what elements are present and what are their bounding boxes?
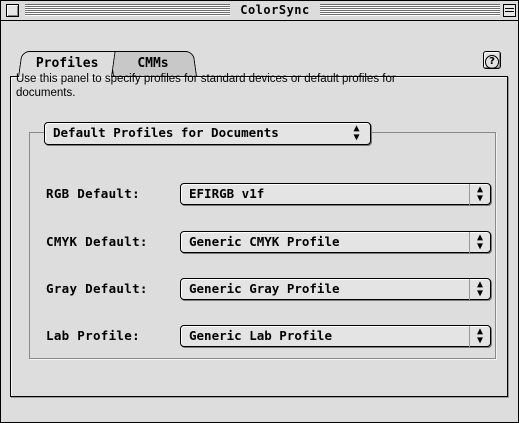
gray-default-value: Generic Gray Profile — [189, 281, 340, 296]
question-mark-icon: ? — [485, 55, 499, 69]
popup-arrows-icon: ▲ ▼ — [469, 279, 490, 300]
profile-category-value: Default Profiles for Documents — [53, 125, 279, 140]
rgb-default-value: EFIRGB v1f — [189, 186, 265, 201]
title-bar-stripes-left — [25, 4, 230, 16]
help-button[interactable]: ? — [483, 51, 501, 69]
lab-profile-value: Generic Lab Profile — [189, 328, 332, 343]
popup-arrows-icon: ▲ ▼ — [353, 123, 360, 143]
lab-profile-popup[interactable]: Generic Lab Profile ▲ ▼ — [180, 325, 491, 347]
gray-default-popup[interactable]: Generic Gray Profile ▲ ▼ — [180, 278, 491, 300]
cmyk-default-popup[interactable]: Generic CMYK Profile ▲ ▼ — [180, 231, 491, 253]
window-title: ColorSync — [240, 3, 310, 17]
rgb-default-label: RGB Default: — [46, 186, 140, 201]
lab-profile-label: Lab Profile: — [46, 328, 140, 343]
title-bar[interactable]: ColorSync — [1, 1, 518, 21]
popup-arrows-icon: ▲ ▼ — [469, 184, 490, 205]
cmyk-default-value: Generic CMYK Profile — [189, 234, 340, 249]
rgb-default-popup[interactable]: EFIRGB v1f ▲ ▼ — [180, 183, 491, 205]
popup-arrows-icon: ▲ ▼ — [469, 326, 490, 347]
close-box-icon[interactable] — [6, 4, 19, 17]
profile-category-popup[interactable]: Default Profiles for Documents ▲ ▼ — [44, 122, 371, 145]
title-bar-stripes-right — [320, 4, 500, 16]
gray-default-label: Gray Default: — [46, 281, 148, 296]
collapse-box-icon[interactable] — [503, 4, 516, 17]
cmyk-default-label: CMYK Default: — [46, 234, 148, 249]
panel-description: Use this panel to specify profiles for s… — [16, 73, 396, 99]
popup-arrows-icon: ▲ ▼ — [469, 232, 490, 253]
